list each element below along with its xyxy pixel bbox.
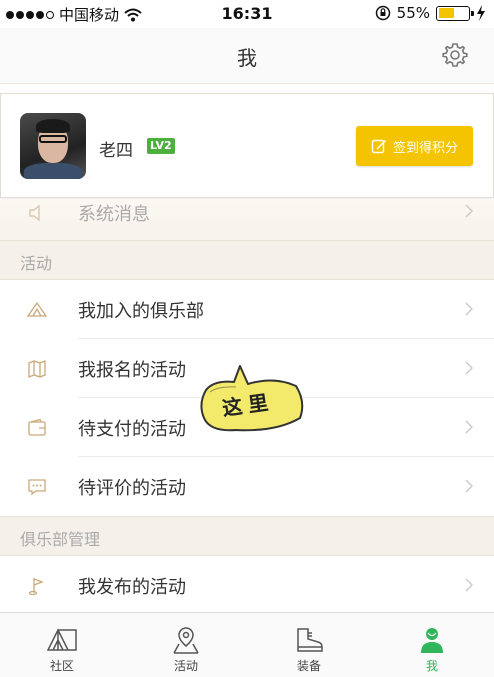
tab-label: 社区 bbox=[49, 659, 74, 673]
orientation-lock-icon bbox=[375, 5, 390, 21]
tab-equipment[interactable]: 装备 bbox=[247, 613, 371, 677]
edit-icon bbox=[371, 139, 386, 154]
profile-card[interactable]: 老四 LV2 签到得积分 bbox=[0, 93, 494, 198]
list-item-label: 我加入的俱乐部 bbox=[78, 301, 204, 322]
list-item-pending-review[interactable]: 待评价的活动 bbox=[0, 457, 494, 516]
tab-bar: 社区 活动 装备 我 bbox=[0, 612, 494, 677]
gear-icon[interactable] bbox=[442, 42, 468, 68]
speaker-icon bbox=[29, 204, 40, 222]
charging-icon bbox=[477, 5, 485, 21]
level-badge: LV2 bbox=[147, 138, 175, 154]
nav-bar: 我 bbox=[0, 28, 494, 84]
list-item-published-activities[interactable]: 我发布的活动 bbox=[0, 556, 494, 612]
chevron-right-icon bbox=[465, 578, 474, 592]
tab-label: 我 bbox=[425, 659, 438, 673]
tab-label: 活动 bbox=[173, 659, 198, 673]
section-title: 活动 bbox=[20, 254, 53, 273]
list-item-label: 待支付的活动 bbox=[78, 419, 186, 440]
person-icon bbox=[421, 628, 443, 653]
list-item-system-messages[interactable]: 系统消息 bbox=[0, 199, 494, 240]
username: 老四 bbox=[99, 141, 133, 161]
chevron-right-icon bbox=[465, 204, 474, 218]
tab-community[interactable]: 社区 bbox=[0, 613, 124, 677]
list-item-joined-clubs[interactable]: 我加入的俱乐部 bbox=[0, 280, 494, 339]
list-item-label: 我发布的活动 bbox=[78, 577, 186, 598]
chevron-right-icon bbox=[465, 361, 474, 375]
checkin-label: 签到得积分 bbox=[392, 140, 458, 156]
comment-icon bbox=[28, 479, 46, 496]
tent-icon bbox=[47, 628, 77, 651]
chevron-right-icon bbox=[465, 420, 474, 434]
tab-me[interactable]: 我 bbox=[370, 613, 494, 677]
map-pin-icon bbox=[173, 627, 199, 654]
map-icon bbox=[28, 360, 46, 378]
list-item-label: 系统消息 bbox=[78, 204, 150, 225]
section-header-club-management: 俱乐部管理 bbox=[0, 516, 494, 556]
flag-icon bbox=[28, 578, 44, 596]
section-title: 俱乐部管理 bbox=[20, 530, 101, 549]
tab-label: 装备 bbox=[296, 659, 321, 673]
chevron-right-icon bbox=[465, 302, 474, 316]
tent-icon bbox=[27, 301, 47, 317]
status-right: 55% bbox=[375, 4, 486, 22]
list-item-label: 待评价的活动 bbox=[78, 478, 186, 499]
status-bar: 中国移动 16:31 55% bbox=[0, 0, 494, 28]
checkin-button[interactable]: 签到得积分 bbox=[356, 126, 473, 166]
boot-icon bbox=[297, 628, 323, 652]
avatar[interactable] bbox=[20, 113, 86, 179]
battery-icon bbox=[436, 5, 474, 21]
page-title: 我 bbox=[237, 46, 257, 70]
list-item-label: 我报名的活动 bbox=[78, 360, 186, 381]
wallet-icon bbox=[28, 418, 46, 436]
section-header-activity: 活动 bbox=[0, 240, 494, 280]
battery-percent: 55% bbox=[396, 4, 430, 22]
tab-activities[interactable]: 活动 bbox=[124, 613, 248, 677]
chevron-right-icon bbox=[465, 479, 474, 493]
